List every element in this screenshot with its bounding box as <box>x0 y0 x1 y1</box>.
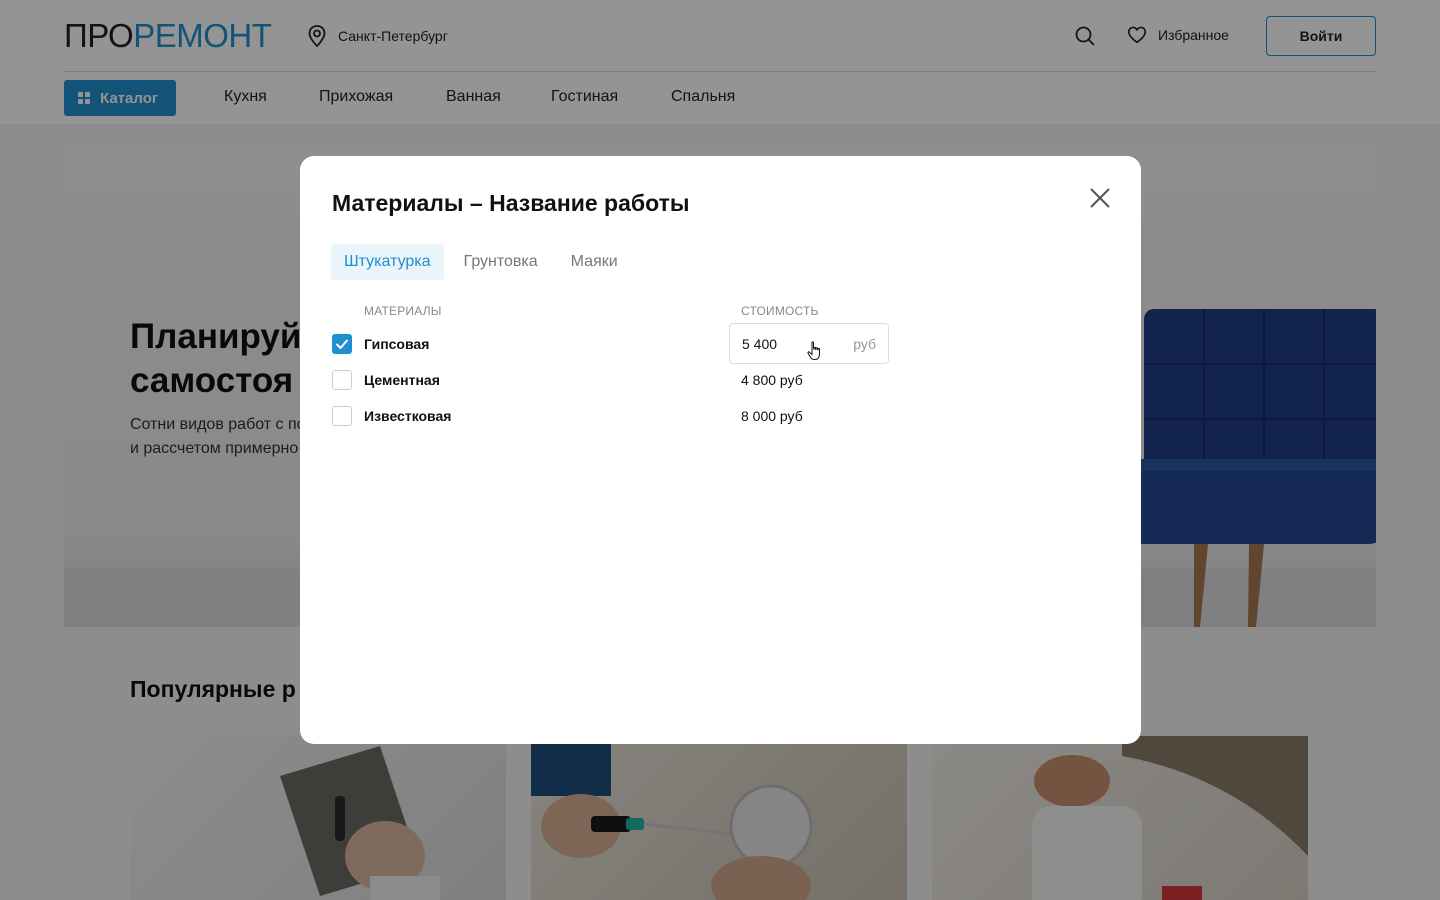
close-icon[interactable] <box>1085 183 1115 213</box>
material-checkbox-gypsum[interactable] <box>332 334 352 354</box>
tab-beacons[interactable]: Маяки <box>551 244 631 280</box>
tab-plaster[interactable]: Штукатурка <box>331 244 444 280</box>
cost-input-value: 5 400 <box>742 336 778 352</box>
material-cost: 8 000 руб <box>741 408 803 424</box>
material-row: Цементная 4 800 руб <box>332 368 1112 392</box>
material-checkbox-cement[interactable] <box>332 370 352 390</box>
material-tabs: Штукатурка Грунтовка Маяки <box>331 244 631 280</box>
material-checkbox-lime[interactable] <box>332 406 352 426</box>
tab-primer[interactable]: Грунтовка <box>444 244 551 280</box>
column-header-materials: МАТЕРИАЛЫ <box>364 304 442 318</box>
material-cost: 4 800 руб <box>741 372 803 388</box>
material-row: Гипсовая <box>332 332 1112 356</box>
material-row: Известковая 8 000 руб <box>332 404 1112 428</box>
cost-input-unit: руб <box>853 336 876 352</box>
material-name: Цементная <box>364 372 440 388</box>
modal-title: Материалы – Название работы <box>332 190 690 216</box>
column-header-cost: СТОИМОСТЬ <box>741 304 819 318</box>
hand-cursor-icon <box>807 341 820 360</box>
material-name: Гипсовая <box>364 336 430 352</box>
materials-modal: Материалы – Название работы Штукатурка Г… <box>300 156 1141 744</box>
check-icon <box>336 339 348 349</box>
material-name: Известковая <box>364 408 452 424</box>
